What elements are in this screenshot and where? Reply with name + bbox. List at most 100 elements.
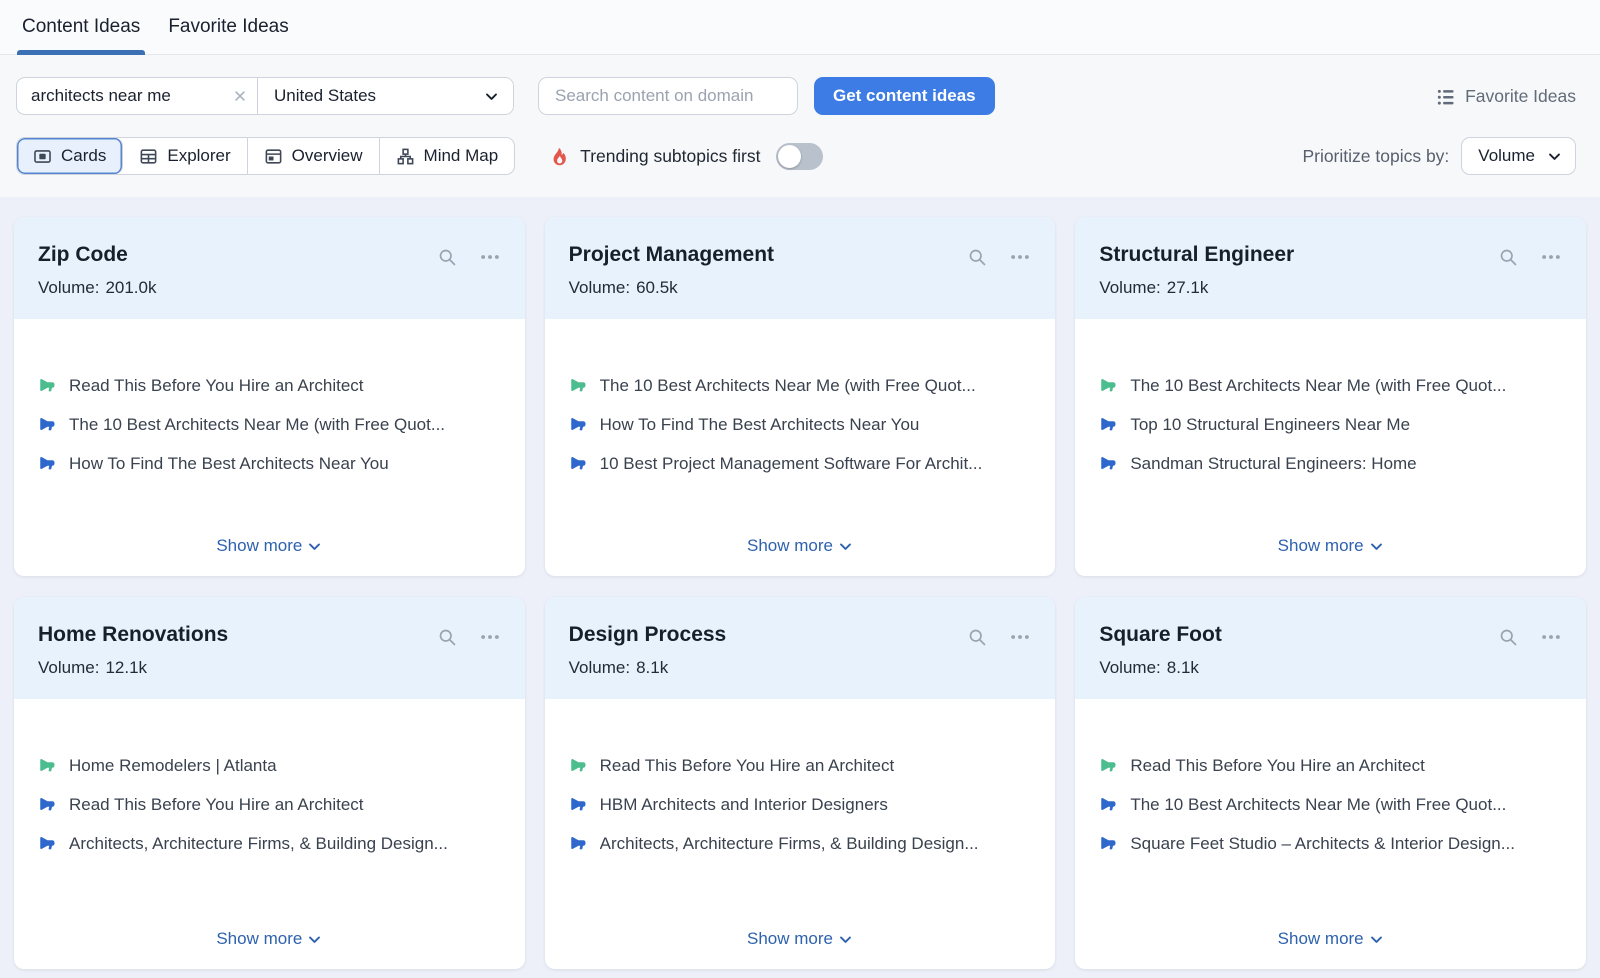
more-options-icon[interactable] [1009,246,1031,268]
idea-item[interactable]: HBM Architects and Interior Designers [569,794,1032,816]
view-tab-cards[interactable]: Cards [17,138,123,174]
search-topic-icon[interactable] [437,627,457,647]
prioritize-select-value: Volume [1478,146,1535,166]
idea-item[interactable]: Read This Before You Hire an Architect [569,755,1032,777]
more-options-icon[interactable] [479,246,501,268]
idea-title[interactable]: Read This Before You Hire an Architect [69,375,364,397]
idea-item[interactable]: The 10 Best Architects Near Me (with Fre… [1099,794,1562,816]
more-options-icon[interactable] [1009,626,1031,648]
topic-title[interactable]: Structural Engineer [1099,242,1294,267]
show-more-link[interactable]: Show more [216,929,322,949]
view-tab-overview[interactable]: Overview [248,138,380,174]
idea-item[interactable]: The 10 Best Architects Near Me (with Fre… [38,414,501,436]
idea-title[interactable]: The 10 Best Architects Near Me (with Fre… [600,375,976,397]
idea-title[interactable]: The 10 Best Architects Near Me (with Fre… [69,414,445,436]
country-select[interactable]: United States [258,78,513,114]
prioritize-select[interactable]: Volume [1461,137,1576,175]
show-more-link[interactable]: Show more [1278,536,1384,556]
topic-title[interactable]: Design Process [569,622,727,647]
domain-search-input[interactable] [538,77,798,115]
topic-card: Square Foot Volume: 8.1k Read This Befor… [1075,597,1586,969]
search-topic-icon[interactable] [967,627,987,647]
idea-item[interactable]: How To Find The Best Architects Near You [569,414,1032,436]
tab-favorite-ideas[interactable]: Favorite Ideas [166,0,290,54]
view-tab-explorer[interactable]: Explorer [123,138,247,174]
idea-item[interactable]: How To Find The Best Architects Near You [38,453,501,475]
idea-title[interactable]: How To Find The Best Architects Near You [600,414,920,436]
view-tab-label: Mind Map [424,146,499,166]
more-options-icon[interactable] [1540,246,1562,268]
idea-title[interactable]: Read This Before You Hire an Architect [1130,755,1425,777]
page-tabbar: Content Ideas Favorite Ideas [0,0,1600,55]
card-footer: Show more [545,536,1056,576]
topic-title[interactable]: Square Foot [1099,622,1222,647]
idea-item[interactable]: Architects, Architecture Firms, & Buildi… [38,833,501,855]
topic-card-header: Project Management Volume: 60.5k [545,217,1056,319]
idea-title[interactable]: HBM Architects and Interior Designers [600,794,888,816]
idea-item[interactable]: The 10 Best Architects Near Me (with Fre… [1099,375,1562,397]
idea-item[interactable]: Top 10 Structural Engineers Near Me [1099,414,1562,436]
idea-title[interactable]: Read This Before You Hire an Architect [69,794,364,816]
idea-title[interactable]: Architects, Architecture Firms, & Buildi… [600,833,979,855]
idea-item[interactable]: Read This Before You Hire an Architect [38,375,501,397]
idea-item[interactable]: Square Feet Studio – Architects & Interi… [1099,833,1562,855]
favorite-ideas-link[interactable]: Favorite Ideas [1436,86,1576,107]
idea-title[interactable]: Read This Before You Hire an Architect [600,755,895,777]
view-switcher: Cards Explorer Overview Mind Map [16,137,515,175]
idea-title[interactable]: The 10 Best Architects Near Me (with Fre… [1130,794,1506,816]
idea-item[interactable]: Read This Before You Hire an Architect [1099,755,1562,777]
search-topic-icon[interactable] [1498,247,1518,267]
megaphone-icon [569,756,587,774]
get-content-ideas-button[interactable]: Get content ideas [814,77,995,115]
search-topic-icon[interactable] [967,247,987,267]
topic-title[interactable]: Project Management [569,242,774,267]
idea-title[interactable]: The 10 Best Architects Near Me (with Fre… [1130,375,1506,397]
card-footer: Show more [545,929,1056,969]
megaphone-icon [1099,415,1117,433]
idea-item[interactable]: Read This Before You Hire an Architect [38,794,501,816]
card-footer: Show more [1075,929,1586,969]
volume-value: 27.1k [1167,278,1209,298]
search-topic-icon[interactable] [1498,627,1518,647]
cards-view-icon [33,147,52,166]
view-tab-label: Overview [292,146,363,166]
topic-card-header: Square Foot Volume: 8.1k [1075,597,1586,699]
show-more-link[interactable]: Show more [216,536,322,556]
idea-title[interactable]: Square Feet Studio – Architects & Interi… [1130,833,1515,855]
chevron-down-icon [1547,149,1562,164]
idea-item[interactable]: Sandman Structural Engineers: Home [1099,453,1562,475]
show-more-link[interactable]: Show more [747,536,853,556]
more-options-icon[interactable] [1540,626,1562,648]
country-select-value: United States [274,86,376,106]
search-topic-icon[interactable] [437,247,457,267]
view-tab-mindmap[interactable]: Mind Map [380,138,515,174]
more-options-icon[interactable] [479,626,501,648]
volume-value: 8.1k [636,658,668,678]
volume-value: 201.0k [105,278,156,298]
idea-title[interactable]: Sandman Structural Engineers: Home [1130,453,1416,475]
idea-title[interactable]: Architects, Architecture Firms, & Buildi… [69,833,448,855]
trending-toggle[interactable] [776,143,823,170]
idea-title[interactable]: Home Remodelers | Atlanta [69,755,277,777]
chevron-down-icon [838,539,853,554]
idea-item[interactable]: Architects, Architecture Firms, & Buildi… [569,833,1032,855]
idea-title[interactable]: How To Find The Best Architects Near You [69,453,389,475]
idea-title[interactable]: Top 10 Structural Engineers Near Me [1130,414,1410,436]
table-view-icon [139,147,158,166]
topic-title[interactable]: Home Renovations [38,622,228,647]
chevron-down-icon [307,932,322,947]
keyword-field-wrap [17,78,258,114]
keyword-input[interactable] [31,86,233,106]
trending-subtopics-control: Trending subtopics first [549,143,823,170]
idea-item[interactable]: 10 Best Project Management Software For … [569,453,1032,475]
clear-keyword-icon[interactable] [233,89,247,103]
show-more-label: Show more [216,536,302,556]
topic-title[interactable]: Zip Code [38,242,156,267]
megaphone-icon [1099,795,1117,813]
idea-item[interactable]: Home Remodelers | Atlanta [38,755,501,777]
show-more-link[interactable]: Show more [747,929,853,949]
idea-title[interactable]: 10 Best Project Management Software For … [600,453,983,475]
tab-content-ideas[interactable]: Content Ideas [20,0,142,54]
idea-item[interactable]: The 10 Best Architects Near Me (with Fre… [569,375,1032,397]
show-more-link[interactable]: Show more [1278,929,1384,949]
